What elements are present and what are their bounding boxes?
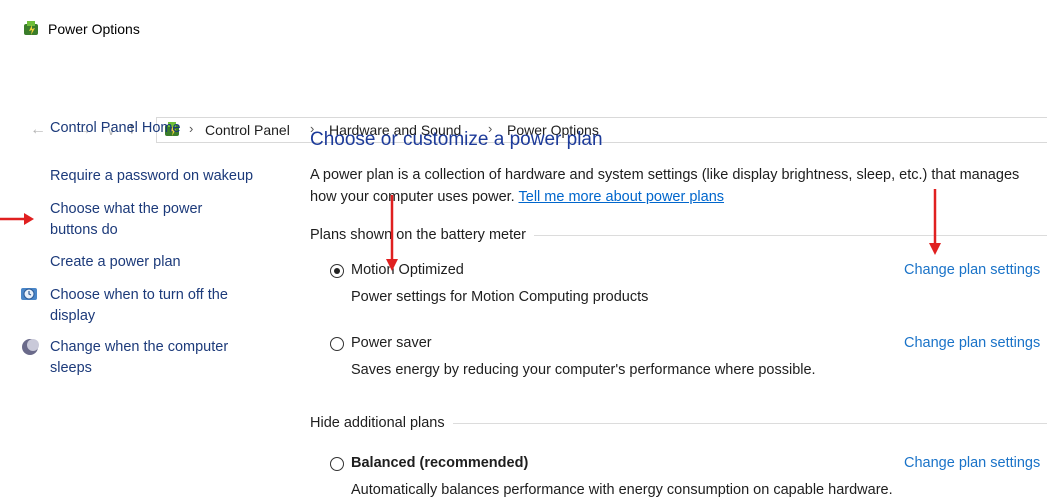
plan-description: Power settings for Motion Computing prod…	[351, 289, 649, 305]
control-panel-home-link[interactable]: Control Panel Home	[50, 118, 181, 139]
link-line: Choose what the power	[50, 201, 203, 217]
plan-description: Saves energy by reducing your computer's…	[351, 362, 816, 378]
plan-description: Automatically balances performance with …	[351, 482, 893, 498]
annotation-arrow-right	[0, 213, 34, 225]
title-bar: Power Options	[0, 0, 1047, 58]
plan-name[interactable]: Motion Optimized	[351, 262, 464, 278]
power-buttons-link[interactable]: Choose what the power buttons do	[50, 199, 202, 241]
chevron-right-icon: ›	[189, 121, 194, 136]
annotation-arrow-down	[386, 195, 398, 271]
power-saver-radio[interactable]	[330, 337, 344, 351]
change-plan-settings-link[interactable]: Change plan settings	[904, 262, 1040, 278]
change-plan-settings-link[interactable]: Change plan settings	[904, 455, 1040, 471]
breadcrumb-control-panel[interactable]: Control Panel	[205, 122, 290, 138]
link-line: sleeps	[50, 360, 92, 376]
plan-name[interactable]: Balanced (recommended)	[351, 455, 528, 471]
navigation-bar: ← → ∨ ↑ › Control Panel › Hardware and S…	[0, 58, 1047, 143]
require-password-link[interactable]: Require a password on wakeup	[50, 166, 253, 187]
motion-optimized-radio[interactable]	[330, 264, 344, 278]
display-clock-icon	[21, 288, 37, 300]
annotation-arrow-down	[929, 189, 941, 255]
link-line: Create a power plan	[50, 254, 181, 270]
balanced-radio[interactable]	[330, 457, 344, 471]
page-title: Choose or customize a power plan	[310, 129, 603, 150]
hide-additional-plans-toggle[interactable]: Hide additional plans	[310, 415, 453, 431]
plan-name[interactable]: Power saver	[351, 335, 432, 351]
link-line: Change when the computer	[50, 339, 229, 355]
turn-off-display-link[interactable]: Choose when to turn off the display	[50, 285, 228, 327]
sleep-moon-icon	[22, 339, 39, 355]
window-title: Power Options	[48, 21, 140, 37]
back-arrow-icon[interactable]: ←	[30, 120, 46, 140]
link-line: Choose when to turn off the	[50, 287, 228, 303]
link-line: Require a password on wakeup	[50, 168, 254, 184]
battery-meter-group-label: Plans shown on the battery meter	[310, 227, 535, 243]
tell-me-more-link[interactable]: Tell me more about power plans	[519, 189, 725, 205]
link-line: display	[50, 308, 96, 324]
change-plan-settings-link[interactable]: Change plan settings	[904, 335, 1040, 351]
create-power-plan-link[interactable]: Create a power plan	[50, 252, 181, 273]
computer-sleeps-link[interactable]: Change when the computer sleeps	[50, 337, 228, 379]
link-line: buttons do	[50, 222, 118, 238]
power-options-icon	[24, 21, 38, 35]
